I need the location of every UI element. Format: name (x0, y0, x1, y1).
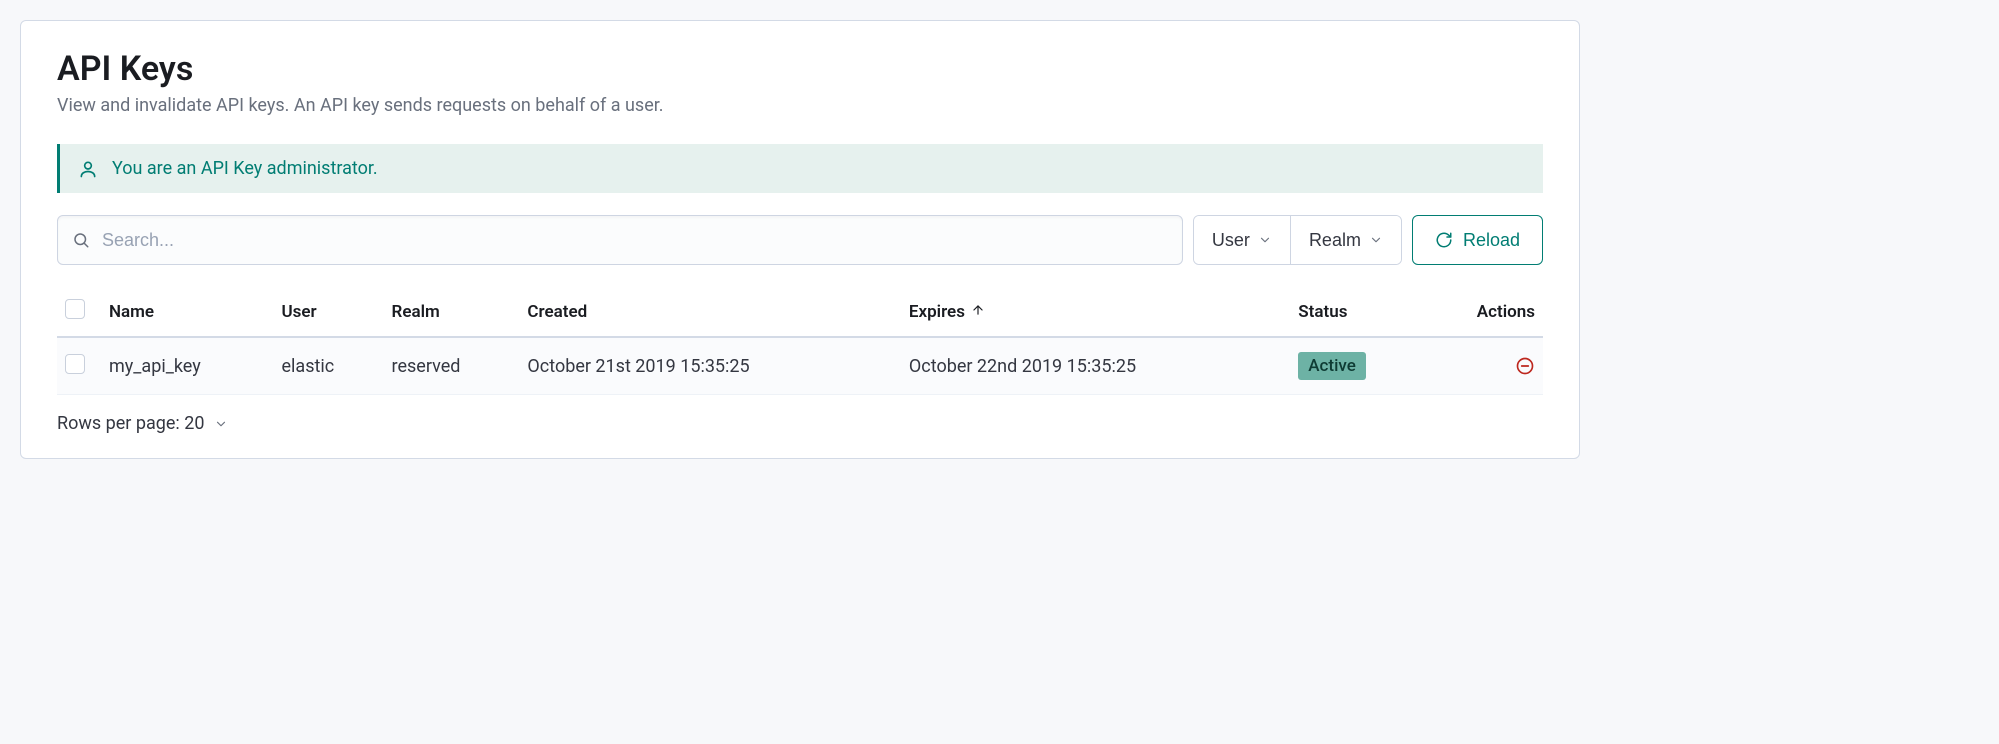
reload-button[interactable]: Reload (1412, 215, 1543, 265)
api-keys-panel: API Keys View and invalidate API keys. A… (20, 20, 1580, 459)
admin-callout: You are an API Key administrator. (57, 144, 1543, 193)
invalidate-icon[interactable] (1515, 356, 1535, 376)
api-keys-table: Name User Realm Created Expires Status A… (57, 287, 1543, 395)
user-filter-label: User (1212, 230, 1250, 251)
row-checkbox[interactable] (65, 354, 85, 374)
col-realm[interactable]: Realm (384, 287, 520, 337)
controls-row: User Realm Reload (57, 215, 1543, 265)
user-icon (78, 159, 98, 179)
user-filter-button[interactable]: User (1194, 216, 1291, 264)
sort-asc-icon (971, 302, 985, 322)
status-badge: Active (1298, 352, 1366, 380)
col-actions: Actions (1424, 287, 1543, 337)
refresh-icon (1435, 231, 1453, 249)
cell-expires: October 22nd 2019 15:35:25 (901, 337, 1290, 395)
col-checkbox (57, 287, 101, 337)
chevron-down-icon (1258, 233, 1272, 247)
col-created[interactable]: Created (519, 287, 901, 337)
col-user[interactable]: User (274, 287, 384, 337)
search-icon (72, 231, 90, 249)
reload-label: Reload (1463, 230, 1520, 251)
page-subtitle: View and invalidate API keys. An API key… (57, 95, 1543, 116)
cell-name: my_api_key (101, 337, 274, 395)
chevron-down-icon (214, 417, 228, 431)
table-row: my_api_key elastic reserved October 21st… (57, 337, 1543, 395)
realm-filter-button[interactable]: Realm (1291, 216, 1401, 264)
filter-group: User Realm (1193, 215, 1402, 265)
chevron-down-icon (1369, 233, 1383, 247)
col-expires[interactable]: Expires (901, 287, 1290, 337)
admin-callout-text: You are an API Key administrator. (112, 158, 378, 179)
cell-realm: reserved (384, 337, 520, 395)
cell-created: October 21st 2019 15:35:25 (519, 337, 901, 395)
realm-filter-label: Realm (1309, 230, 1361, 251)
col-expires-label: Expires (909, 302, 965, 322)
rows-per-page-button[interactable]: Rows per page: 20 (57, 413, 228, 434)
search-input[interactable] (102, 230, 1168, 251)
col-name[interactable]: Name (101, 287, 274, 337)
rows-per-page-label: Rows per page: 20 (57, 413, 204, 434)
search-field[interactable] (57, 215, 1183, 265)
page-title: API Keys (57, 49, 1543, 89)
col-status[interactable]: Status (1290, 287, 1424, 337)
cell-user: elastic (274, 337, 384, 395)
select-all-checkbox[interactable] (65, 299, 85, 319)
